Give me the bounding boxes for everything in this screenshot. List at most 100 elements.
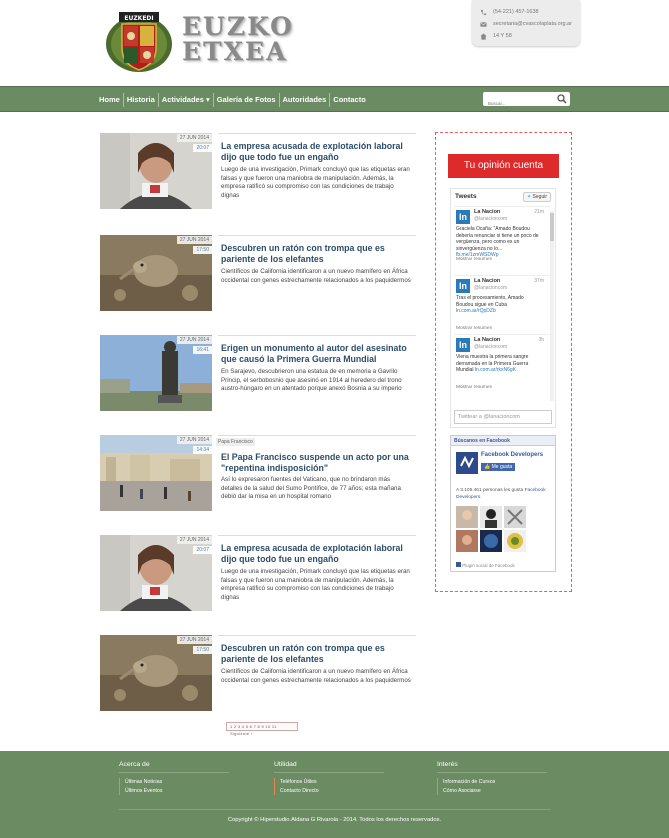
tweet-link[interactable]: ln.com.ar/rQpDZb (456, 308, 496, 314)
article-excerpt: Así lo expresaron fuentes del Vaticano, … (221, 476, 401, 500)
facebook-widget: Búscanos en Facebook Facebook Developers… (450, 435, 556, 572)
footer-column-title: Acerca de (119, 761, 229, 773)
contact-email[interactable]: secretaria@cvascolaplata.org.ar (480, 18, 580, 30)
tweet-time[interactable]: 21m (534, 209, 544, 215)
facebook-page-name[interactable]: Facebook Developers (481, 452, 543, 458)
home-icon (480, 32, 487, 40)
envelope-icon (480, 21, 487, 27)
show-summary-link[interactable]: Mostrar resumen (456, 326, 492, 331)
article-item: 27 JUN 2014 17:50 Descubren un ratón con… (100, 235, 416, 315)
facebook-like-button[interactable]: 👍 Me gusta (481, 463, 516, 471)
article-title[interactable]: Descubren un ratón con trompa que es par… (221, 643, 413, 665)
article-divider (218, 535, 416, 536)
tweets-scrollbar[interactable] (550, 211, 554, 401)
tweet-author[interactable]: La Nacion (474, 209, 500, 215)
time-badge: 17:50 (193, 246, 212, 254)
article-title[interactable]: Descubren un ratón con trompa que es par… (221, 243, 413, 265)
scrollbar-thumb[interactable] (550, 213, 554, 241)
footer-link[interactable]: Últimos Eventos (119, 786, 229, 795)
nav-item-historia[interactable]: Historia (122, 93, 158, 107)
contact-address: 14 Y 58 (480, 30, 580, 42)
search-input[interactable] (483, 96, 553, 111)
article-thumbnail[interactable]: 27 JUN 2014 17:50 (100, 635, 212, 711)
follow-button[interactable]: ✦ Seguir (522, 192, 551, 202)
nav-item-autoridades[interactable]: Autoridades (278, 93, 330, 107)
article-thumbnail[interactable]: 27 JUN 2014 20:07 (100, 133, 212, 209)
tweet-time[interactable]: 37m (534, 278, 544, 284)
tweet-handle[interactable]: @lanacioncom (474, 216, 507, 222)
time-badge: 20:07 (193, 144, 212, 152)
fan-avatar[interactable] (456, 506, 478, 528)
time-badge: 14:34 (193, 446, 212, 454)
coat-of-arms-logo[interactable]: EUZKEDI (104, 8, 174, 74)
tweet-link[interactable]: ln.com.ar/rkxN6gK (475, 367, 516, 373)
nav-item-home[interactable]: Home (96, 93, 123, 107)
date-badge: 27 JUN 2014 (176, 134, 212, 142)
fan-avatar[interactable] (480, 506, 502, 528)
article-thumbnail[interactable]: 27 JUN 2014 14:34 (100, 435, 212, 511)
footer-link[interactable]: Información de Cursos (437, 778, 547, 787)
lanacion-avatar-icon[interactable]: ln (456, 338, 470, 352)
article-item: 27 JUN 2014 20:07 La empresa acusada de … (100, 133, 416, 213)
article-divider (218, 235, 416, 236)
article-divider (218, 335, 416, 336)
date-badge: 27 JUN 2014 (176, 436, 212, 444)
article-excerpt: Científicos de California identificaron … (221, 668, 411, 684)
tweet-handle[interactable]: @lanacioncom (474, 344, 507, 350)
lanacion-avatar-icon[interactable]: ln (456, 210, 470, 224)
tweet-item[interactable]: ln La Nacion @lanacioncom 3h Viena muest… (454, 334, 550, 392)
tweet-author[interactable]: La Nacion (474, 337, 500, 343)
category-tag[interactable]: Papa Francisco (216, 438, 255, 446)
date-badge: 27 JUN 2014 (176, 236, 212, 244)
date-badge: 27 JUN 2014 (176, 636, 212, 644)
pagination[interactable]: 1 2 3 4 5 6 7 8 9 10 11 Siguiente › (226, 722, 298, 736)
footer-link[interactable]: Teléfonos Útiles (274, 778, 384, 787)
footer-link[interactable]: Contacto Directo (274, 786, 384, 795)
nav-item-actividades[interactable]: Actividades ▾ (157, 93, 213, 107)
article-thumbnail[interactable]: 27 JUN 2014 17:50 (100, 235, 212, 311)
article-item: 27 JUN 2014 14:34 Papa Francisco El Papa… (100, 435, 416, 515)
nav-item-contacto[interactable]: Contacto (329, 93, 369, 107)
footer-column-interes: Interés Información de Cursos Cómo Asoci… (437, 761, 547, 795)
article-excerpt: Luego de una investigación, Primark conc… (221, 166, 410, 199)
tweet-compose-input[interactable]: Twittear a @lanacioncom (454, 410, 552, 424)
article-thumbnail[interactable]: 27 JUN 2014 16:41 (100, 335, 212, 411)
tweet-text: Tras el procesamiento, Amado Boudou sigu… (456, 295, 524, 314)
tweet-author[interactable]: La Nacion (474, 278, 500, 284)
tweet-item[interactable]: ln La Nacion @lanacioncom 37m Tras el pr… (454, 275, 550, 333)
show-summary-link[interactable]: Mostrar resumen (456, 257, 492, 262)
tweet-time[interactable]: 3h (538, 337, 544, 343)
tweet-divider (454, 334, 550, 335)
opinion-button[interactable]: Tu opinión cuenta (448, 154, 559, 178)
fan-avatar[interactable] (480, 530, 502, 552)
facebook-icon (456, 562, 461, 567)
article-title[interactable]: El Papa Francisco suspende un acto por u… (221, 452, 413, 474)
fan-avatar[interactable] (504, 530, 526, 552)
search-icon[interactable] (557, 94, 567, 104)
article-title[interactable]: Erigen un monumento al autor del asesina… (221, 343, 413, 365)
time-badge: 20:07 (193, 546, 212, 554)
search-box (483, 92, 570, 111)
svg-text:EUZKEDI: EUZKEDI (124, 15, 153, 22)
tweet-divider (454, 275, 550, 276)
article-thumbnail[interactable]: 27 JUN 2014 20:07 (100, 535, 212, 611)
fan-avatar[interactable] (504, 506, 526, 528)
lanacion-avatar-icon[interactable]: ln (456, 279, 470, 293)
tweets-header: Tweets (455, 193, 477, 200)
show-summary-link[interactable]: Mostrar resumen (456, 385, 492, 390)
article-title[interactable]: La empresa acusada de explotación labora… (221, 141, 413, 163)
facebook-developers-logo-icon[interactable] (456, 452, 478, 474)
article-divider (218, 435, 416, 436)
date-badge: 27 JUN 2014 (176, 336, 212, 344)
fan-avatar[interactable] (456, 530, 478, 552)
footer-link[interactable]: Últimas Noticias (119, 778, 229, 787)
tweet-handle[interactable]: @lanacioncom (474, 285, 507, 291)
tweet-text: Viena muestra la primera sangre derramad… (456, 354, 529, 373)
article-title[interactable]: La empresa acusada de explotación labora… (221, 543, 413, 565)
nav-item-galeria[interactable]: Galería de Fotos (212, 93, 279, 107)
facebook-plugin-label[interactable]: Plugin social de Facebook (456, 562, 515, 568)
tweet-item[interactable]: ln La Nacion @lanacioncom 21m Graciela O… (454, 206, 550, 264)
article-item: 27 JUN 2014 20:07 La empresa acusada de … (100, 535, 416, 615)
site-logo-text[interactable]: EUZKO ETXEA (182, 14, 294, 64)
footer-link[interactable]: Cómo Asociarse (437, 786, 547, 795)
